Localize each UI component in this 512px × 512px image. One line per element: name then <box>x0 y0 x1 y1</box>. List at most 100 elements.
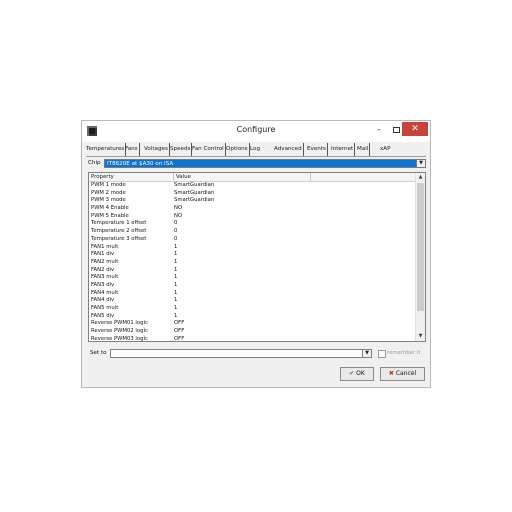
x-icon: ✖ <box>388 370 394 377</box>
value-cell: 1 <box>174 274 178 281</box>
remember-label: remember it <box>387 350 421 356</box>
table-row[interactable]: FAN3 div 1 <box>89 282 417 290</box>
column-header-extra <box>311 173 417 181</box>
tab-options[interactable]: Options <box>226 143 250 156</box>
property-cell: Reverse PWM01 logic <box>91 320 148 327</box>
remember-checkbox[interactable] <box>378 350 386 358</box>
table-row[interactable]: PWM 5 Enable NO <box>89 213 417 221</box>
tab-fan-control[interactable]: Fan Control <box>192 143 226 156</box>
vertical-scrollbar[interactable]: ▲ ▼ <box>415 173 425 341</box>
property-cell: FAN1 div <box>91 251 115 258</box>
tab-internet[interactable]: Internet <box>331 143 356 156</box>
table-row[interactable]: FAN5 div 1 <box>89 313 417 321</box>
property-cell: FAN4 mult <box>91 289 119 296</box>
title-bar: Configure – ✕ <box>82 121 430 142</box>
property-cell: PWM 1 mode <box>91 182 126 188</box>
value-cell: NO <box>174 205 183 212</box>
property-cell: Temperature 2 offset <box>91 228 147 235</box>
close-icon: ✕ <box>411 124 419 134</box>
value-cell: 0 <box>174 220 178 227</box>
chevron-down-icon[interactable]: ▼ <box>416 160 425 167</box>
tab-speeds[interactable]: Speeds <box>170 143 193 156</box>
tab-events[interactable]: Events <box>307 143 328 156</box>
chevron-down-icon[interactable]: ▼ <box>362 350 371 357</box>
value-cell: 1 <box>174 297 178 304</box>
value-cell: NO <box>174 212 183 219</box>
set-to-field[interactable]: ▼ <box>110 349 372 358</box>
property-cell: FAN5 mult <box>91 305 119 311</box>
property-cell: FAN3 mult <box>91 274 119 281</box>
scroll-thumb[interactable] <box>417 183 424 311</box>
value-cell: 1 <box>174 289 178 296</box>
value-cell: 1 <box>174 312 178 319</box>
tab-log[interactable]: Log <box>250 143 260 156</box>
value-cell: SmartGuardian <box>174 197 215 204</box>
table-row[interactable]: Temperature 3 offset 0 <box>89 236 417 244</box>
tab-voltages[interactable]: Voltages <box>144 143 170 156</box>
grid-header: Property Value <box>89 173 417 182</box>
table-row[interactable]: PWM 2 mode SmartGuardian <box>89 190 417 198</box>
table-row[interactable]: Temperature 1 offset 0 <box>89 220 417 228</box>
property-cell: FAN2 div <box>91 266 115 273</box>
property-cell: FAN4 div <box>91 297 115 304</box>
property-grid[interactable]: Property Value PWM 1 mode SmartGuardian PW… <box>88 172 426 342</box>
value-cell: 0 <box>174 235 178 242</box>
minimize-button[interactable]: – <box>374 126 384 136</box>
value-cell: 0 <box>174 228 178 235</box>
table-row[interactable]: FAN3 mult 1 <box>89 274 417 282</box>
property-cell: Reverse PWM03 logic <box>91 335 148 342</box>
column-header-property[interactable]: Property <box>89 173 174 181</box>
property-cell: FAN1 mult <box>91 243 119 250</box>
tab-xap[interactable]: xAP <box>380 143 391 156</box>
value-cell: OFF <box>174 335 185 342</box>
table-row[interactable]: PWM 1 mode SmartGuardian <box>89 182 417 190</box>
grid-rows: PWM 1 mode SmartGuardian PWM 2 mode SmartGu… <box>89 182 417 342</box>
tab-divider <box>86 156 426 157</box>
scroll-up-icon[interactable]: ▲ <box>416 173 425 182</box>
cancel-button[interactable]: ✖ Cancel <box>380 367 425 381</box>
tab-advanced[interactable]: Advanced <box>274 143 304 156</box>
value-cell: 1 <box>174 281 178 288</box>
table-row[interactable]: FAN4 mult 1 <box>89 290 417 298</box>
property-cell: FAN2 mult <box>91 258 119 265</box>
cancel-label: Cancel <box>395 370 417 377</box>
configure-dialog: Configure – ✕ Temperatures Fans Voltages… <box>81 120 431 388</box>
table-row[interactable]: Temperature 2 offset 0 <box>89 228 417 236</box>
value-cell: 1 <box>174 243 178 250</box>
table-row[interactable]: PWM 3 mode SmartGuardian <box>89 197 417 205</box>
property-cell: Reverse PWM02 logic <box>91 328 148 335</box>
ok-button[interactable]: ✔ OK <box>340 367 374 381</box>
chip-label: Chip <box>88 160 101 166</box>
table-row[interactable]: PWM 4 Enable NO <box>89 205 417 213</box>
tab-temperatures[interactable]: Temperatures <box>86 143 127 156</box>
chip-select[interactable]: IT8620E at $A30 on ISA ▼ <box>104 159 426 168</box>
value-cell: 1 <box>174 251 178 258</box>
property-cell: FAN5 div <box>91 312 115 319</box>
maximize-button[interactable] <box>393 127 400 133</box>
table-row[interactable]: FAN4 div 1 <box>89 297 417 305</box>
value-cell: SmartGuardian <box>174 182 215 188</box>
table-row[interactable]: FAN2 mult 1 <box>89 259 417 267</box>
property-cell: PWM 5 Enable <box>91 212 129 219</box>
value-cell: 1 <box>174 258 178 265</box>
column-header-value[interactable]: Value <box>174 173 311 181</box>
close-button[interactable]: ✕ <box>402 122 428 136</box>
table-row[interactable]: Reverse PWM03 logic OFF <box>89 335 417 342</box>
property-cell: Temperature 3 offset <box>91 235 147 242</box>
tab-mail[interactable]: Mail <box>357 143 371 156</box>
value-cell: OFF <box>174 320 185 327</box>
set-to-label: Set to <box>90 350 107 356</box>
table-row[interactable]: FAN5 mult 1 <box>89 305 417 313</box>
table-row[interactable]: Reverse PWM02 logic OFF <box>89 328 417 336</box>
table-row[interactable]: FAN1 div 1 <box>89 251 417 259</box>
value-cell: SmartGuardian <box>174 189 215 196</box>
table-row[interactable]: Reverse PWM01 logic OFF <box>89 320 417 328</box>
checkmark-icon: ✔ <box>349 370 355 377</box>
value-cell: 1 <box>174 266 178 273</box>
table-row[interactable]: FAN2 div 1 <box>89 267 417 275</box>
tab-fans[interactable]: Fans <box>125 143 140 156</box>
property-cell: Temperature 1 offset <box>91 220 147 227</box>
table-row[interactable]: FAN1 mult 1 <box>89 244 417 252</box>
property-cell: FAN3 div <box>91 281 115 288</box>
scroll-down-icon[interactable]: ▼ <box>416 332 425 341</box>
